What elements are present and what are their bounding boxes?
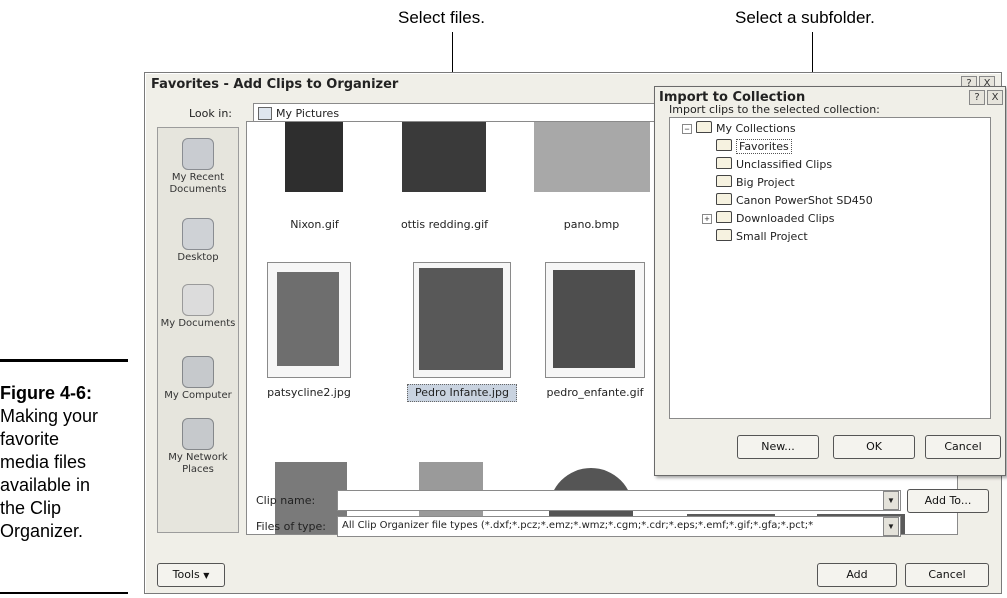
tree-node-label: Downloaded Clips — [736, 212, 835, 225]
help-button[interactable]: ? — [969, 90, 985, 105]
caption-top-rule — [0, 359, 128, 362]
figure-caption: Figure 4-6: Making your favorite media f… — [0, 382, 132, 543]
place-label: My Network — [168, 452, 228, 463]
folder-icon — [716, 175, 732, 187]
file-name-selected[interactable]: Pedro Infante.jpg — [407, 384, 517, 402]
tools-button[interactable]: Tools ▼ — [157, 563, 225, 587]
add-button[interactable]: Add — [817, 563, 897, 587]
place-my-computer[interactable]: My Computer — [158, 356, 238, 402]
files-of-type-label: Files of type: — [256, 520, 327, 533]
clip-name-label: Clip name: — [256, 494, 316, 507]
tree-node-downloaded-clips[interactable]: Downloaded Clips — [716, 211, 834, 225]
caption-line: favorite — [0, 429, 60, 449]
dialog-title: Favorites - Add Clips to Organizer — [151, 77, 399, 92]
caption-line: Organizer. — [0, 521, 84, 541]
caption-bottom-rule — [0, 592, 128, 594]
new-collection-button[interactable]: New... — [737, 435, 819, 459]
place-label: My Computer — [164, 390, 232, 401]
place-desktop[interactable]: Desktop — [158, 218, 238, 264]
tree-node-big-project[interactable]: Big Project — [716, 175, 795, 189]
folder-icon — [716, 229, 732, 241]
my-computer-icon — [182, 356, 214, 388]
caption-line: media files — [0, 452, 87, 472]
files-of-type-combo[interactable]: All Clip Organizer file types (*.dxf;*.p… — [337, 516, 901, 537]
file-name[interactable]: pedro_enfante.gif — [545, 386, 645, 399]
cancel-button[interactable]: Cancel — [925, 435, 1001, 459]
recent-documents-icon — [182, 138, 214, 170]
callout-select-subfolder: Select a subfolder. — [735, 8, 875, 27]
thumbnail-ottis-redding[interactable] — [402, 122, 486, 192]
folder-picture-icon — [258, 107, 272, 120]
files-of-type-value: All Clip Organizer file types (*.dxf;*.p… — [342, 520, 814, 531]
places-bar: My Recent Documents Desktop My Documents … — [157, 127, 239, 533]
tree-node-label-selected: Favorites — [736, 139, 792, 154]
tree-node-favorites[interactable]: Favorites — [716, 139, 792, 154]
place-my-network[interactable]: My Network Places — [158, 418, 238, 476]
place-label: Desktop — [177, 252, 219, 263]
import-to-collection-dialog: Import to Collection ? X Import clips to… — [654, 86, 1006, 476]
tree-node-label: Small Project — [736, 230, 808, 243]
thumbnail-pano[interactable] — [534, 122, 650, 192]
file-name[interactable]: patsycline2.jpg — [259, 386, 359, 399]
file-name[interactable]: pano.bmp — [544, 218, 639, 231]
expand-icon[interactable]: + — [702, 214, 712, 224]
place-my-documents[interactable]: My Documents — [158, 284, 238, 330]
folder-icon — [696, 121, 712, 133]
place-label: Places — [182, 464, 214, 475]
thumbnail-patsycline[interactable] — [277, 272, 339, 366]
clip-name-combo[interactable]: ▼ — [337, 490, 901, 511]
chevron-down-icon: ▼ — [203, 571, 210, 580]
folder-icon — [716, 211, 732, 223]
folder-icon — [716, 139, 732, 151]
import-prompt: Import clips to the selected collection: — [669, 103, 880, 116]
tree-node-unclassified-clips[interactable]: Unclassified Clips — [716, 157, 832, 171]
my-documents-icon — [182, 284, 214, 316]
callout-select-files: Select files. — [398, 8, 485, 27]
close-button[interactable]: X — [987, 90, 1003, 105]
collection-tree[interactable]: − My Collections Favorites Unclassified … — [669, 117, 991, 419]
figure-number: Figure 4-6: — [0, 383, 93, 403]
place-recent-documents[interactable]: My Recent Documents — [158, 138, 238, 196]
tools-label: Tools — [172, 568, 200, 581]
folder-icon — [716, 193, 732, 205]
my-network-places-icon — [182, 418, 214, 450]
tree-node-label: My Collections — [716, 122, 796, 135]
desktop-icon — [182, 218, 214, 250]
place-label: My Documents — [160, 318, 236, 329]
thumbnail-pedro-infante[interactable] — [419, 268, 503, 370]
look-in-label: Look in: — [189, 107, 232, 120]
ok-button[interactable]: OK — [833, 435, 915, 459]
thumbnail-pedro-enfante[interactable] — [553, 270, 635, 368]
chevron-down-icon[interactable]: ▼ — [883, 491, 899, 510]
caption-line: the Clip — [0, 498, 62, 518]
add-to-button[interactable]: Add To... — [907, 489, 989, 513]
tree-node-canon-powershot[interactable]: Canon PowerShot SD450 — [716, 193, 873, 207]
place-label: Documents — [169, 184, 227, 195]
tree-node-label: Unclassified Clips — [736, 158, 833, 171]
place-label: My Recent — [171, 172, 225, 183]
thumbnail-nixon[interactable] — [285, 122, 343, 192]
chevron-down-icon[interactable]: ▼ — [883, 517, 899, 536]
caption-line: Making your — [0, 406, 99, 426]
tree-node-label: Big Project — [736, 176, 795, 189]
tree-node-small-project[interactable]: Small Project — [716, 229, 808, 243]
look-in-combo[interactable]: My Pictures — [253, 103, 655, 123]
tree-node-label: Canon PowerShot SD450 — [736, 194, 873, 207]
folder-icon — [716, 157, 732, 169]
file-name[interactable]: Nixon.gif — [267, 218, 362, 231]
caption-line: available in — [0, 475, 91, 495]
file-name[interactable]: ottis redding.gif — [397, 218, 492, 231]
tree-node-my-collections[interactable]: My Collections — [696, 121, 796, 135]
look-in-value: My Pictures — [276, 107, 340, 120]
cancel-button[interactable]: Cancel — [905, 563, 989, 587]
collapse-icon[interactable]: − — [682, 124, 692, 134]
